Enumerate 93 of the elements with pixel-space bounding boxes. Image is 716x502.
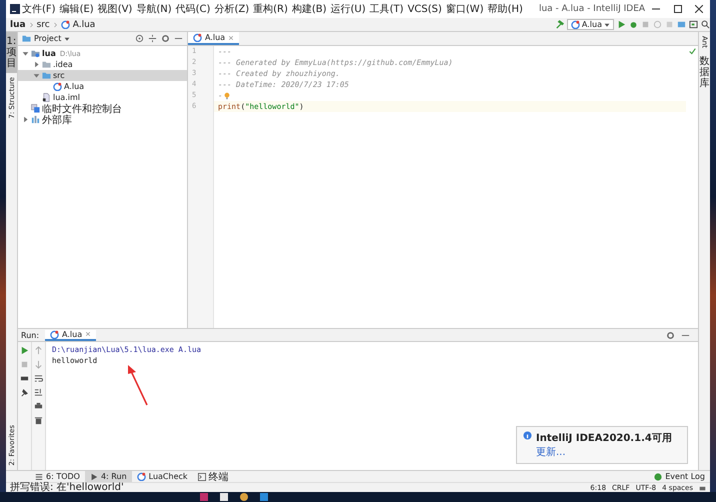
collapse-icon: [148, 34, 157, 43]
close-icon[interactable]: [695, 5, 704, 13]
tree-item-label: 外部库: [42, 114, 72, 126]
soft-wrap-icon: [34, 374, 43, 383]
collapsed-arrow-icon: [33, 61, 40, 68]
status-message: 拼写错误: 在'helloworld': [10, 482, 125, 492]
caret-icon: [64, 36, 70, 42]
lua-file-icon: [53, 82, 62, 91]
folder-icon: [22, 34, 31, 43]
menu-item[interactable]: 工具(T): [368, 2, 406, 16]
tree-row[interactable]: A.lua: [18, 81, 187, 92]
menu-item[interactable]: 视图(V): [96, 2, 134, 16]
tree-item-label: 临时文件和控制台: [42, 102, 122, 114]
tree-item-label: .idea: [53, 60, 73, 69]
notification-title: IntelliJ IDEA2020.1.4可用: [536, 432, 672, 445]
breadcrumb[interactable]: A.lua: [72, 20, 96, 30]
tool-window-tab[interactable]: 6: TODO: [30, 471, 85, 482]
breadcrumb[interactable]: src: [36, 20, 50, 30]
lua-file-icon: [60, 20, 70, 29]
tree-row[interactable]: src: [18, 70, 187, 81]
trash-icon: [34, 416, 43, 425]
window-title: lua - A.lua - IntelliJ IDEA: [538, 4, 646, 14]
breadcrumb[interactable]: lua: [10, 20, 26, 30]
tree-item-label: lua.iml: [53, 93, 80, 102]
tree-item-label: A.lua: [64, 82, 84, 91]
down-arrow-icon: [34, 360, 43, 369]
maximize-icon[interactable]: [674, 5, 682, 13]
check-icon: [688, 48, 696, 55]
lightbulb-icon: [222, 92, 231, 100]
lua-file-icon: [136, 472, 146, 481]
event-log-icon: [654, 472, 662, 480]
app-logo-icon: [10, 4, 20, 14]
menu-item[interactable]: 构建(B): [290, 2, 329, 16]
lua-file-icon: [193, 33, 202, 42]
rerun-icon: [20, 346, 29, 355]
tool-window-tab[interactable]: 数据库: [699, 52, 710, 93]
settings-icon: [161, 34, 170, 43]
editor-tab[interactable]: A.lua: [188, 32, 240, 45]
menu-item[interactable]: 代码(C): [174, 2, 212, 16]
caret-icon: [604, 22, 610, 28]
up-arrow-icon: [34, 346, 43, 355]
annotation-arrow: [126, 365, 150, 407]
tree-item-label: lua: [42, 49, 56, 58]
locate-icon: [135, 34, 144, 43]
settings-icon: [666, 330, 675, 340]
stop-icon: [20, 360, 29, 369]
event-log-button[interactable]: Event Log: [649, 471, 710, 482]
update-link[interactable]: 更新...: [536, 445, 672, 459]
tree-row[interactable]: 临时文件和控制台: [18, 103, 187, 114]
list-icon: [35, 472, 43, 480]
run-icon: [617, 20, 626, 29]
collapsed-arrow-icon: [22, 116, 29, 123]
bug-icon: [629, 20, 638, 29]
run-configuration-dropdown[interactable]: A.lua: [566, 19, 614, 30]
info-icon: [523, 431, 532, 440]
tool-window-tab[interactable]: 终端: [192, 471, 234, 482]
print-icon: [34, 402, 43, 411]
chevron-icon: [52, 20, 58, 28]
expanded-arrow-icon: [22, 50, 29, 57]
terminal-icon: [198, 472, 206, 480]
tree-row[interactable]: lua.iml: [18, 92, 187, 103]
chevron-icon: [28, 20, 34, 28]
menu-item[interactable]: 重构(R): [251, 2, 290, 16]
file-icon: [42, 93, 51, 102]
search-icon: [701, 20, 710, 29]
tool-window-tab[interactable]: 4: Run: [84, 471, 132, 482]
tree-row[interactable]: 外部库: [18, 114, 187, 125]
menu-item[interactable]: 文件(F): [20, 2, 58, 16]
menu-item[interactable]: 帮助(H): [486, 2, 525, 16]
app-icon: [240, 493, 248, 501]
library-icon: [31, 115, 40, 124]
menu-item[interactable]: 运行(U): [328, 2, 368, 16]
module-folder-icon: [31, 49, 40, 58]
run-label: Run:: [21, 330, 40, 340]
expanded-arrow-icon: [33, 72, 40, 79]
hammer-icon: [554, 20, 564, 29]
app-icon: [200, 493, 208, 501]
scroll-to-end-icon: [34, 388, 43, 397]
menu-item[interactable]: 导航(N): [134, 2, 174, 16]
menu-item[interactable]: VCS(S): [406, 4, 444, 14]
tree-row[interactable]: .idea: [18, 59, 187, 70]
tree-item-label: src: [53, 71, 65, 80]
run-tab[interactable]: A.lua: [45, 330, 96, 340]
window-icon: [689, 20, 698, 29]
lua-file-icon: [50, 330, 60, 338]
app-icon: [260, 493, 268, 501]
tool-window-tab[interactable]: LuaCheck: [132, 471, 193, 482]
scratch-icon: [31, 104, 40, 113]
menu-item[interactable]: 分析(Z): [212, 2, 252, 16]
tool-window-tab[interactable]: 1: 项目: [6, 32, 17, 73]
menu-item[interactable]: 编辑(E): [58, 2, 96, 16]
lua-file-icon: [570, 20, 580, 29]
menu-item[interactable]: 窗口(W): [444, 2, 486, 16]
